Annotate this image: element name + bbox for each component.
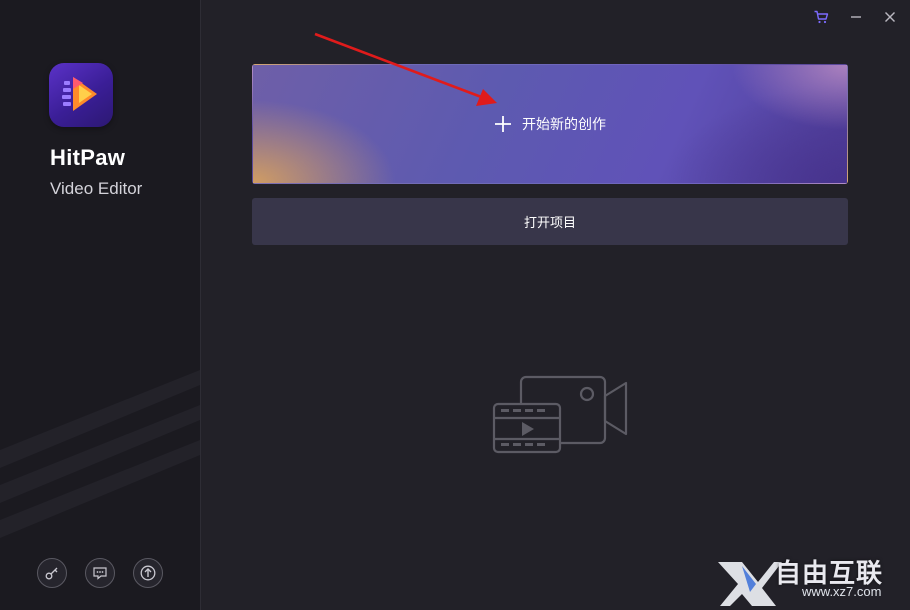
upgrade-icon xyxy=(140,565,156,581)
plus-icon xyxy=(494,115,512,133)
store-button[interactable] xyxy=(812,8,830,26)
feedback-icon xyxy=(93,567,107,580)
cart-icon xyxy=(814,10,829,24)
feedback-button[interactable] xyxy=(85,558,115,588)
video-clip-icon xyxy=(492,375,628,454)
close-icon xyxy=(885,12,895,22)
close-button[interactable] xyxy=(881,8,899,26)
sidebar: HitPaw Video Editor xyxy=(0,0,201,610)
new-project-button[interactable]: 开始新的创作 xyxy=(252,64,848,184)
new-project-label: 开始新的创作 xyxy=(522,117,606,133)
brand-title: HitPaw xyxy=(50,145,126,170)
minimize-button[interactable] xyxy=(847,8,865,26)
activate-key-button[interactable] xyxy=(37,558,67,588)
upgrade-button[interactable] xyxy=(133,558,163,588)
minimize-icon xyxy=(851,16,861,18)
brand-subtitle: Video Editor xyxy=(50,179,143,198)
open-project-label: 打开项目 xyxy=(523,216,576,231)
key-icon xyxy=(45,567,58,580)
open-project-button[interactable]: 打开项目 xyxy=(252,198,848,245)
app-logo xyxy=(49,63,113,127)
watermark-url: www.xz7.com xyxy=(802,584,882,599)
